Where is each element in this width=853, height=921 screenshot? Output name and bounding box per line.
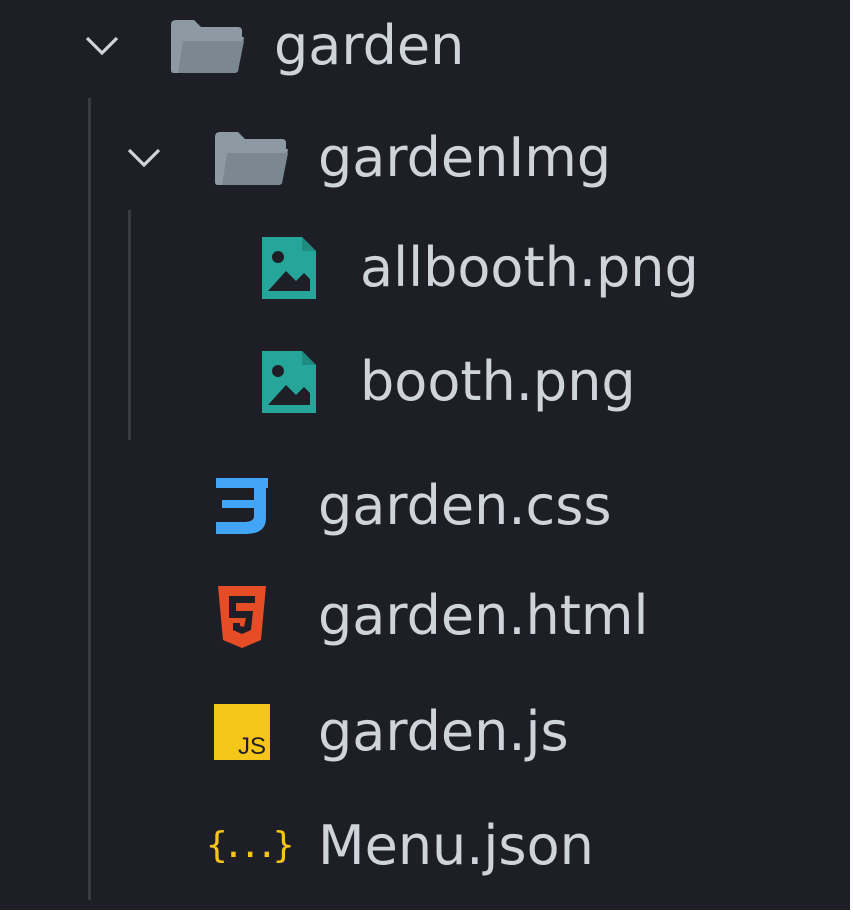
js-file-icon: JS: [212, 702, 272, 762]
tree-item-label: allbooth.png: [360, 236, 699, 299]
tree-item-allbooth-png[interactable]: allbooth.png: [0, 212, 850, 324]
image-file-icon: [258, 347, 320, 417]
tree-item-label: garden.js: [318, 700, 569, 763]
tree-item-label: garden: [274, 14, 465, 77]
tree-item-garden-js[interactable]: JS garden.js: [0, 676, 850, 788]
tree-item-label: gardenImg: [318, 126, 612, 189]
folder-open-icon: [212, 129, 290, 187]
tree-item-label: garden.html: [318, 584, 649, 647]
tree-item-garden-css[interactable]: garden.css: [0, 450, 850, 562]
css-file-icon: [210, 474, 272, 538]
chevron-down-icon[interactable]: [82, 26, 122, 66]
tree-item-label: Menu.json: [318, 814, 594, 877]
js-badge: JS: [238, 733, 266, 760]
json-badge: {...}: [206, 825, 294, 866]
folder-open-icon: [168, 17, 246, 75]
tree-item-label: garden.css: [318, 474, 612, 537]
chevron-down-icon[interactable]: [124, 138, 164, 178]
html-file-icon: [214, 582, 270, 650]
tree-item-garden-folder[interactable]: garden: [0, 0, 850, 102]
json-file-icon: {...}: [206, 825, 294, 866]
image-file-icon: [258, 233, 320, 303]
tree-item-gardenimg-folder[interactable]: gardenImg: [0, 102, 850, 214]
tree-item-menu-json[interactable]: {...} Menu.json: [0, 790, 850, 902]
tree-item-garden-html[interactable]: garden.html: [0, 560, 850, 672]
file-explorer-tree: garden gardenImg allbooth.png booth.png …: [0, 0, 850, 910]
tree-item-label: booth.png: [360, 350, 636, 413]
tree-item-booth-png[interactable]: booth.png: [0, 326, 850, 438]
